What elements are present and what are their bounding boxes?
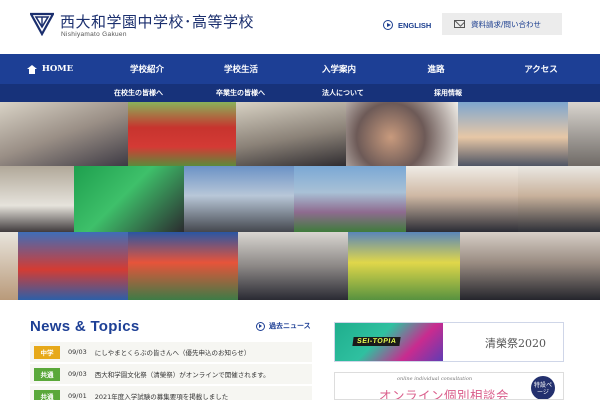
- photo-tile: [406, 166, 518, 232]
- photo-tile: [0, 102, 128, 166]
- past-news-link[interactable]: 過去ニュース: [256, 321, 311, 331]
- english-label: ENGLISH: [398, 20, 432, 30]
- festival-badge: SEI-TOPIA: [352, 337, 402, 346]
- photo-tile: [18, 232, 128, 300]
- play-circle-icon: [256, 321, 265, 331]
- news-item[interactable]: 中学 09/03 にしやまとくらぶの皆さんへ（優先申込のお知らせ）: [30, 342, 312, 362]
- sub-nav-item-corporation[interactable]: 法人について: [322, 84, 364, 102]
- nav-item-school-life[interactable]: 学校生活: [194, 54, 288, 84]
- category-badge: 共通: [34, 389, 60, 400]
- category-badge: 中学: [34, 345, 60, 359]
- photo-tile: [128, 232, 238, 300]
- photo-tile: [460, 232, 600, 300]
- news-list: 中学 09/03 にしやまとくらぶの皆さんへ（優先申込のお知らせ） 共通 09/…: [30, 342, 312, 400]
- nav-item-label: 学校紹介: [129, 65, 164, 75]
- nav-item-label: 入学案内: [321, 65, 356, 75]
- nav-item-label: HOME: [41, 64, 74, 74]
- nav-item-career[interactable]: 進路: [390, 54, 482, 84]
- nav-item-home[interactable]: HOME: [0, 54, 100, 84]
- english-link[interactable]: ENGLISH: [383, 17, 431, 33]
- photo-tile: [184, 166, 294, 232]
- news-item[interactable]: 共通 09/03 西大和学園文化祭（清榮祭）がオンラインで開催されます。: [30, 364, 312, 384]
- photo-tile: [74, 166, 184, 232]
- news-date: 09/01: [68, 392, 87, 400]
- festival-banner-graphic: SEI-TOPIA: [335, 323, 443, 361]
- sub-nav-item-graduates[interactable]: 卒業生の皆様へ: [216, 84, 265, 102]
- nav-item-access[interactable]: アクセス: [482, 54, 600, 84]
- nav-item-label: 学校生活: [223, 65, 258, 75]
- nav-item-label: 進路: [427, 65, 445, 75]
- news-date: 09/03: [68, 348, 87, 356]
- photo-tile: [0, 232, 18, 300]
- mail-icon: [454, 20, 465, 28]
- play-circle-icon: [383, 20, 393, 30]
- news-text: にしやまとくらぶの皆さんへ（優先申込のお知らせ）: [94, 349, 251, 357]
- photo-mosaic: [0, 102, 600, 300]
- news-date: 09/03: [68, 370, 87, 378]
- photo-tile: [238, 232, 348, 300]
- news-title: News & Topics: [30, 318, 140, 335]
- nav-item-label: アクセス: [524, 65, 558, 75]
- nav-item-admission[interactable]: 入学案内: [288, 54, 390, 84]
- category-badge: 共通: [34, 367, 60, 381]
- past-news-label: 過去ニュース: [269, 322, 311, 330]
- photo-tile: [128, 102, 236, 166]
- school-name-roman: Nishiyamato Gakuen: [61, 31, 127, 38]
- sub-nav-item-current-students[interactable]: 在校生の皆様へ: [114, 84, 163, 102]
- nav-item-school-intro[interactable]: 学校紹介: [100, 54, 194, 84]
- photo-tile: [568, 102, 600, 166]
- sub-nav-item-recruitment[interactable]: 採用情報: [434, 84, 462, 102]
- festival-banner[interactable]: SEI-TOPIA 清榮祭2020: [334, 322, 564, 362]
- photo-tile: [294, 166, 406, 232]
- photo-tile: [236, 102, 346, 166]
- inquiry-label: 資料請求/問い合わせ: [471, 19, 542, 29]
- sub-nav: 在校生の皆様へ 卒業生の皆様へ 法人について 採用情報: [0, 84, 600, 102]
- photo-tile: [518, 166, 600, 232]
- main-nav: HOME 学校紹介 学校生活 入学案内 進路 アクセス: [0, 54, 600, 84]
- photo-tile: [0, 166, 74, 232]
- site-header: 西大和学園中学校･高等学校 Nishiyamato Gakuen ENGLISH…: [0, 0, 600, 54]
- consultation-subtitle: online individual consultation: [397, 376, 473, 382]
- special-page-badge: 特設ページ: [531, 376, 555, 399]
- consultation-title: オンライン個別相談会: [379, 388, 510, 400]
- inquiry-button[interactable]: 資料請求/問い合わせ: [442, 13, 562, 35]
- school-logo-icon[interactable]: [30, 12, 54, 36]
- school-name[interactable]: 西大和学園中学校･高等学校: [60, 11, 254, 32]
- news-text: 2021年度入学試験の募集要項を掲載しました: [94, 393, 229, 400]
- photo-tile: [346, 102, 458, 166]
- home-icon: [26, 64, 37, 74]
- news-text: 西大和学園文化祭（清榮祭）がオンラインで開催されます。: [94, 371, 270, 379]
- photo-tile: [458, 102, 568, 166]
- photo-tile: [348, 232, 460, 300]
- festival-title: 清榮祭2020: [485, 337, 546, 350]
- news-item[interactable]: 共通 09/01 2021年度入学試験の募集要項を掲載しました: [30, 386, 312, 400]
- online-consultation-banner[interactable]: online individual consultation オンライン個別相談…: [334, 372, 564, 400]
